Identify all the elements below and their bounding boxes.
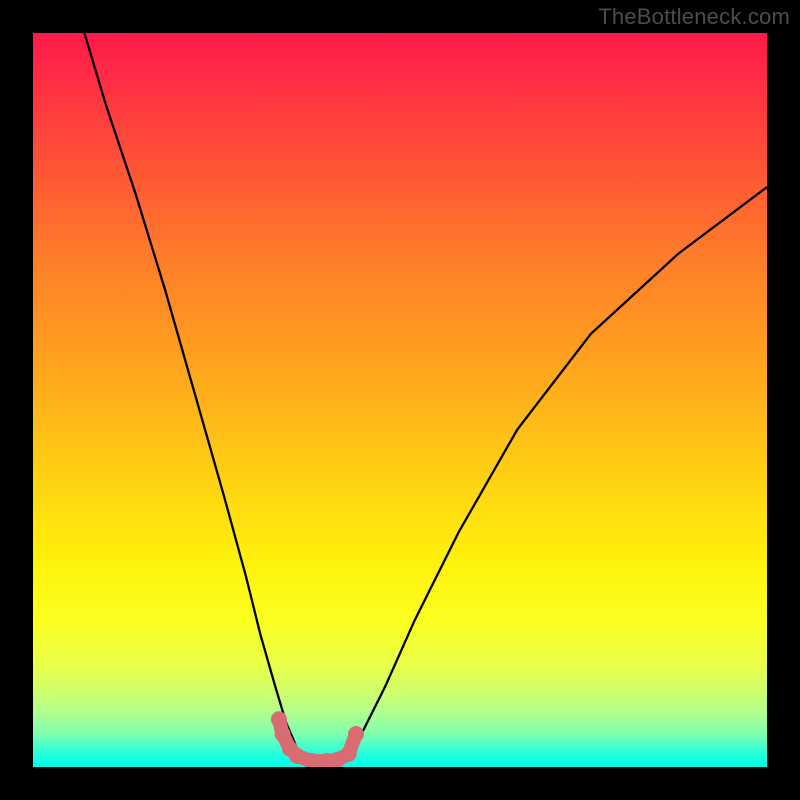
marker-dot bbox=[275, 726, 291, 742]
bottleneck-curve bbox=[84, 33, 767, 761]
marker-group bbox=[271, 711, 364, 767]
marker-dot bbox=[289, 748, 305, 764]
marker-dot bbox=[271, 711, 287, 727]
curve-layer bbox=[33, 33, 767, 767]
chart-frame: TheBottleneck.com bbox=[0, 0, 800, 800]
plot-area bbox=[33, 33, 767, 767]
marker-dot bbox=[348, 726, 364, 742]
marker-dot bbox=[341, 746, 357, 762]
watermark-text: TheBottleneck.com bbox=[598, 4, 790, 30]
